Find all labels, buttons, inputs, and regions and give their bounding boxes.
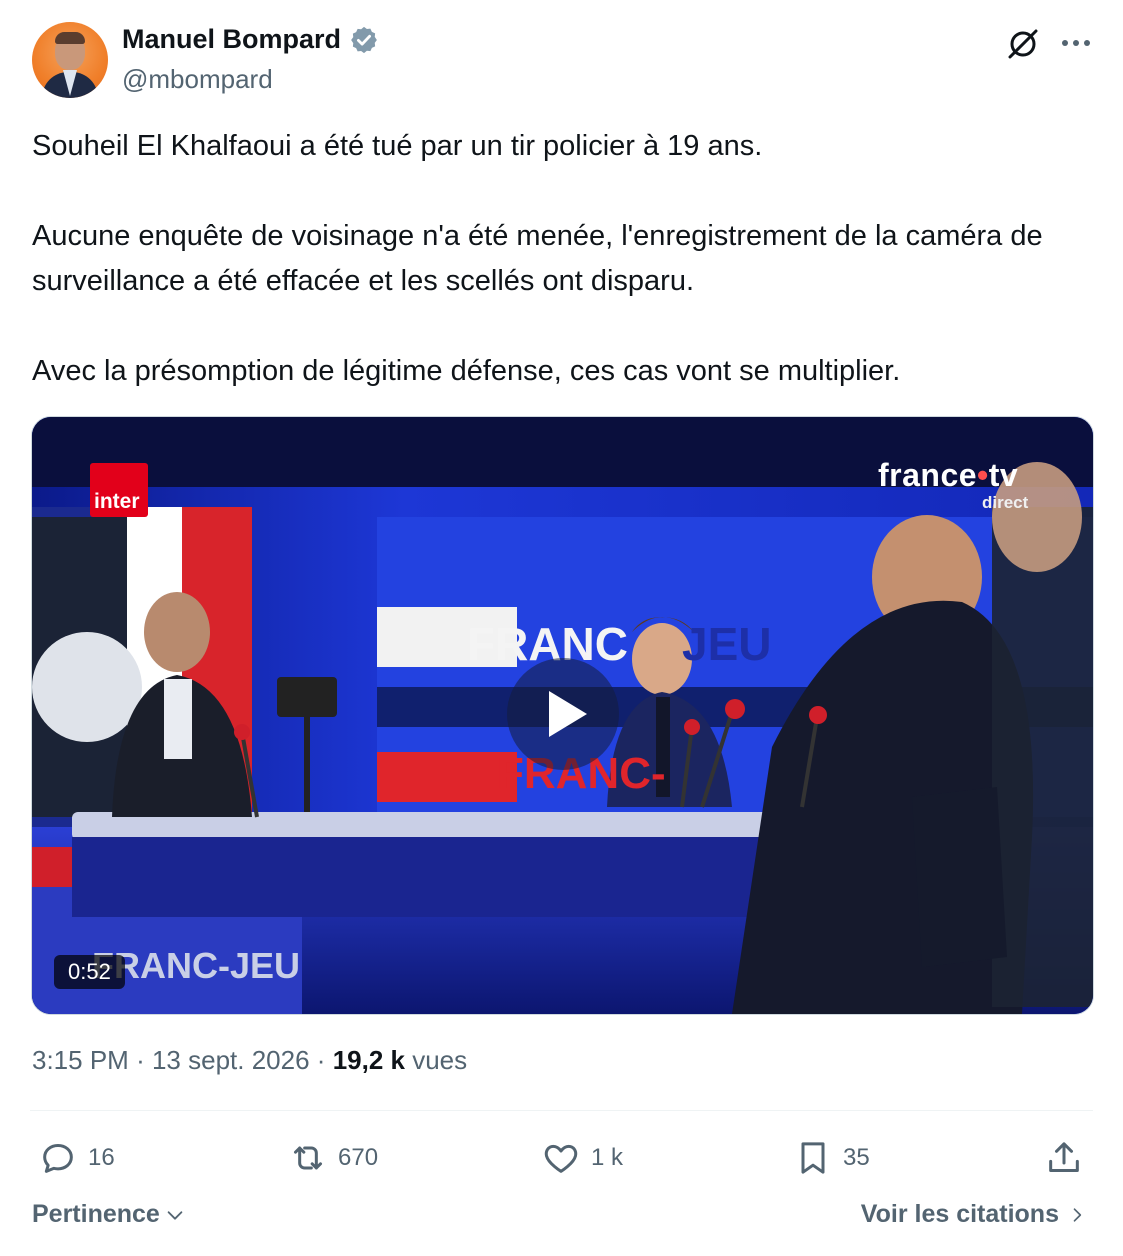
share-icon [1049, 1142, 1079, 1172]
sort-label: Pertinence [32, 1200, 160, 1228]
reply-count: 16 [88, 1144, 115, 1171]
video-player[interactable]: inter france•tv direct FRANC JEU FRANC- … [31, 416, 1094, 1015]
radio-logo: inter [90, 463, 148, 517]
tweet-text: Souheil El Khalfaoui a été tué par un ti… [32, 124, 1092, 394]
tweet-date[interactable]: 13 sept. 2026 [152, 1045, 310, 1075]
tweet-paragraph: Avec la présomption de légitime défense,… [32, 355, 901, 387]
quotes-label: Voir les citations [860, 1200, 1059, 1228]
sort-dropdown[interactable]: Pertinence [32, 1200, 186, 1229]
retweet-icon [294, 1146, 322, 1170]
broadcaster-logo-suffix: tv [988, 457, 1019, 493]
set-text: JEU [682, 618, 772, 670]
video-duration: 0:52 [54, 955, 125, 989]
retweet-button[interactable]: 670 [288, 1136, 378, 1180]
verified-badge-icon [351, 26, 377, 53]
action-bar: 16 670 1 k 35 [38, 1136, 1088, 1180]
radio-logo-text: inter [94, 490, 140, 513]
meta-separator: · [316, 1045, 326, 1075]
chevron-right-icon [1073, 1207, 1082, 1222]
meta-separator: · [136, 1045, 145, 1075]
play-button[interactable] [507, 658, 619, 770]
bookmark-button[interactable]: 35 [793, 1136, 870, 1180]
bookmark-count: 35 [843, 1144, 870, 1171]
view-label: vues [412, 1045, 468, 1075]
tweet-meta: 3:15 PM · 13 sept. 2026 · 19,2 k vues [32, 1045, 467, 1076]
divider [30, 1110, 1093, 1111]
reply-icon [43, 1144, 73, 1173]
play-icon [549, 691, 587, 737]
chevron-down-icon [167, 1210, 183, 1220]
tweet-header: Manuel Bompard @mbompard [32, 22, 1093, 102]
tweet-time[interactable]: 3:15 PM [32, 1045, 129, 1075]
like-button[interactable]: 1 k [541, 1136, 623, 1180]
tweet-paragraph: Aucune enquête de voisinage n'a été mené… [32, 220, 1043, 297]
broadcaster-logo-text: france [878, 457, 978, 493]
broadcaster-logo: france•tv [878, 457, 1019, 493]
more-icon[interactable] [1059, 28, 1093, 58]
retweet-count: 670 [338, 1144, 379, 1171]
avatar[interactable] [32, 22, 108, 98]
share-button[interactable] [1044, 1136, 1084, 1180]
bookmark-icon [801, 1142, 825, 1174]
tweet-paragraph: Souheil El Khalfaoui a été tué par un ti… [32, 130, 763, 162]
like-count: 1 k [591, 1144, 624, 1171]
heart-icon [544, 1144, 578, 1173]
author-display-name[interactable]: Manuel Bompard [122, 24, 341, 55]
live-label: direct [982, 493, 1029, 512]
view-count: 19,2 k [332, 1045, 405, 1075]
view-quotes-link[interactable]: Voir les citations [861, 1200, 1087, 1229]
author-handle[interactable]: @mbompard [122, 64, 273, 95]
author-name-row: Manuel Bompard [122, 24, 379, 55]
reply-button[interactable]: 16 [38, 1136, 115, 1180]
grok-icon[interactable] [1005, 26, 1041, 62]
